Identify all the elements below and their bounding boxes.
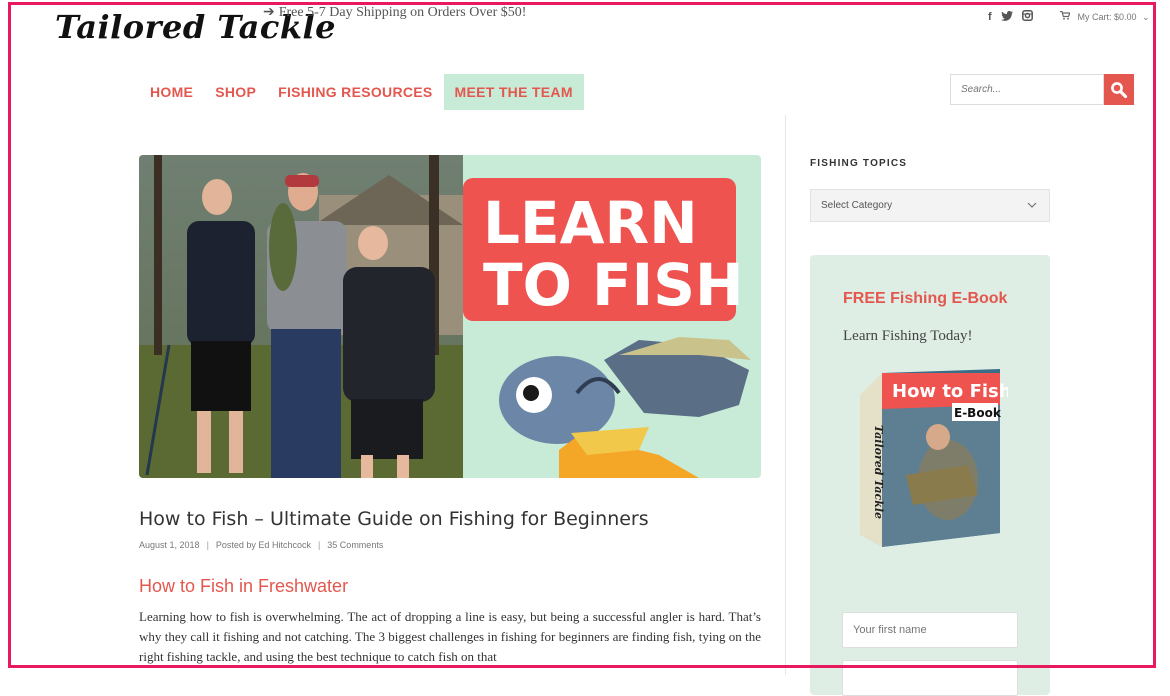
search-form (950, 74, 1134, 105)
ebook-subtitle: Learn Fishing Today! (843, 328, 973, 344)
shipping-promo: ➔ Free 5-7 Day Shipping on Orders Over $5… (263, 4, 526, 21)
post-body: Learning how to fish is overwhelming. Th… (139, 609, 761, 664)
chevron-down-icon: ⌄ (1142, 12, 1150, 22)
search-input[interactable] (950, 74, 1104, 105)
ebook-cover-title: How to Fish (892, 381, 1008, 402)
nav-item-fishing-resources[interactable]: FISHING RESOURCES (267, 74, 443, 110)
arrow-right-icon: ➔ (263, 5, 275, 20)
nav-item-home[interactable]: HOME (139, 74, 204, 110)
post-comments-link[interactable]: 35 Comments (327, 540, 383, 550)
nav-item-meet-the-team[interactable]: MEET THE TEAM (443, 74, 584, 110)
email-field[interactable] (842, 660, 1018, 696)
ebook-title: FREE Fishing E-Book (843, 290, 1008, 307)
sidebar-heading: FISHING TOPICS (810, 158, 908, 169)
post-date: August 1, 2018 (139, 540, 200, 550)
featured-image[interactable]: LEARN TO FISH (139, 155, 761, 478)
facebook-icon[interactable]: f (988, 11, 992, 23)
category-select[interactable]: Select Category (810, 189, 1050, 222)
category-select-value: Select Category (821, 200, 893, 211)
post-author[interactable]: Posted by Ed Hitchcock (216, 540, 311, 550)
content-divider (785, 115, 786, 675)
search-button[interactable] (1104, 74, 1134, 105)
instagram-icon[interactable] (1021, 10, 1033, 24)
social-links: f (988, 10, 1033, 24)
post-meta: August 1, 2018 | Posted by Ed Hitchcock | 35… (139, 540, 384, 550)
shipping-promo-text: Free 5-7 Day Shipping on Orders Over $50… (278, 5, 527, 20)
ebook-cover-subtitle: E-Book (954, 406, 1002, 420)
post-title[interactable]: How to Fish – Ultimate Guide on Fishing … (139, 508, 649, 530)
chevron-down-icon (1027, 190, 1037, 221)
section-heading: How to Fish in Freshwater (139, 576, 349, 596)
main-navigation: HOME SHOP FISHING RESOURCES MEET THE TEA… (139, 74, 584, 110)
hero-banner-line-2: TO FISH (483, 251, 744, 319)
search-icon (1111, 81, 1128, 98)
cart-link[interactable]: My Cart: $0.00 ⌄ (1060, 10, 1150, 23)
cart-icon (1060, 10, 1073, 22)
twitter-icon[interactable] (1000, 10, 1013, 24)
cart-label: My Cart: $0.00 (1077, 12, 1137, 22)
nav-item-shop[interactable]: SHOP (204, 74, 267, 110)
ebook-cover: How to Fish E-Book Tailored Tackle (858, 365, 1012, 547)
first-name-field[interactable] (842, 612, 1018, 648)
ebook-cover-spine: Tailored Tackle (872, 425, 885, 519)
hero-banner-line-1: LEARN (483, 189, 698, 257)
